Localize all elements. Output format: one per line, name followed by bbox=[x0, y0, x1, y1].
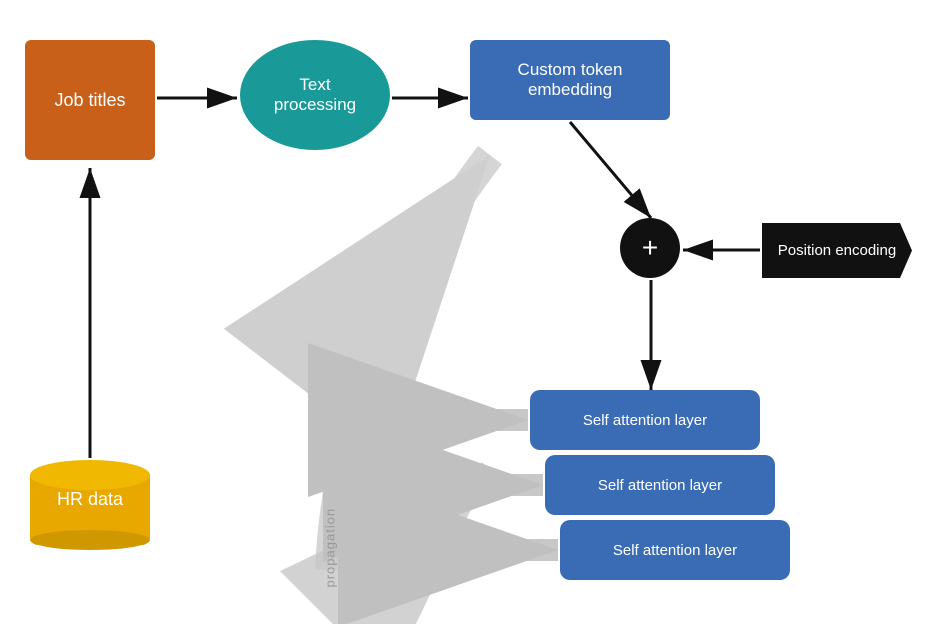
self-attention-1-label: Self attention layer bbox=[583, 412, 707, 429]
cylinder-top bbox=[30, 460, 150, 490]
self-attention-layer-3: Self attention layer bbox=[560, 520, 790, 580]
propagation-label: propagation bbox=[323, 508, 338, 588]
plus-symbol: + bbox=[642, 232, 658, 264]
hr-data-container: HR data bbox=[25, 460, 155, 570]
self-attention-2-label: Self attention layer bbox=[598, 477, 722, 494]
token-embedding-box: Custom token embedding bbox=[470, 40, 670, 120]
self-attention-3-label: Self attention layer bbox=[613, 542, 737, 559]
self-attention-layer-2: Self attention layer bbox=[545, 455, 775, 515]
text-processing-node: Text processing bbox=[240, 40, 390, 150]
position-encoding-label: Position encoding bbox=[778, 242, 896, 259]
job-titles-label: Job titles bbox=[54, 90, 125, 111]
text-processing-label: Text processing bbox=[260, 75, 370, 115]
self-attention-layer-1: Self attention layer bbox=[530, 390, 760, 450]
diagram-container: Job titles HR data Text processing Custo… bbox=[0, 0, 936, 624]
cylinder-bottom bbox=[30, 530, 150, 550]
job-titles-box: Job titles bbox=[25, 40, 155, 160]
position-encoding-box: Position encoding bbox=[762, 223, 912, 278]
hr-data-cylinder: HR data bbox=[30, 460, 150, 550]
token-embedding-label: Custom token embedding bbox=[480, 60, 660, 100]
hr-data-label: HR data bbox=[30, 489, 150, 510]
plus-circle: + bbox=[620, 218, 680, 278]
